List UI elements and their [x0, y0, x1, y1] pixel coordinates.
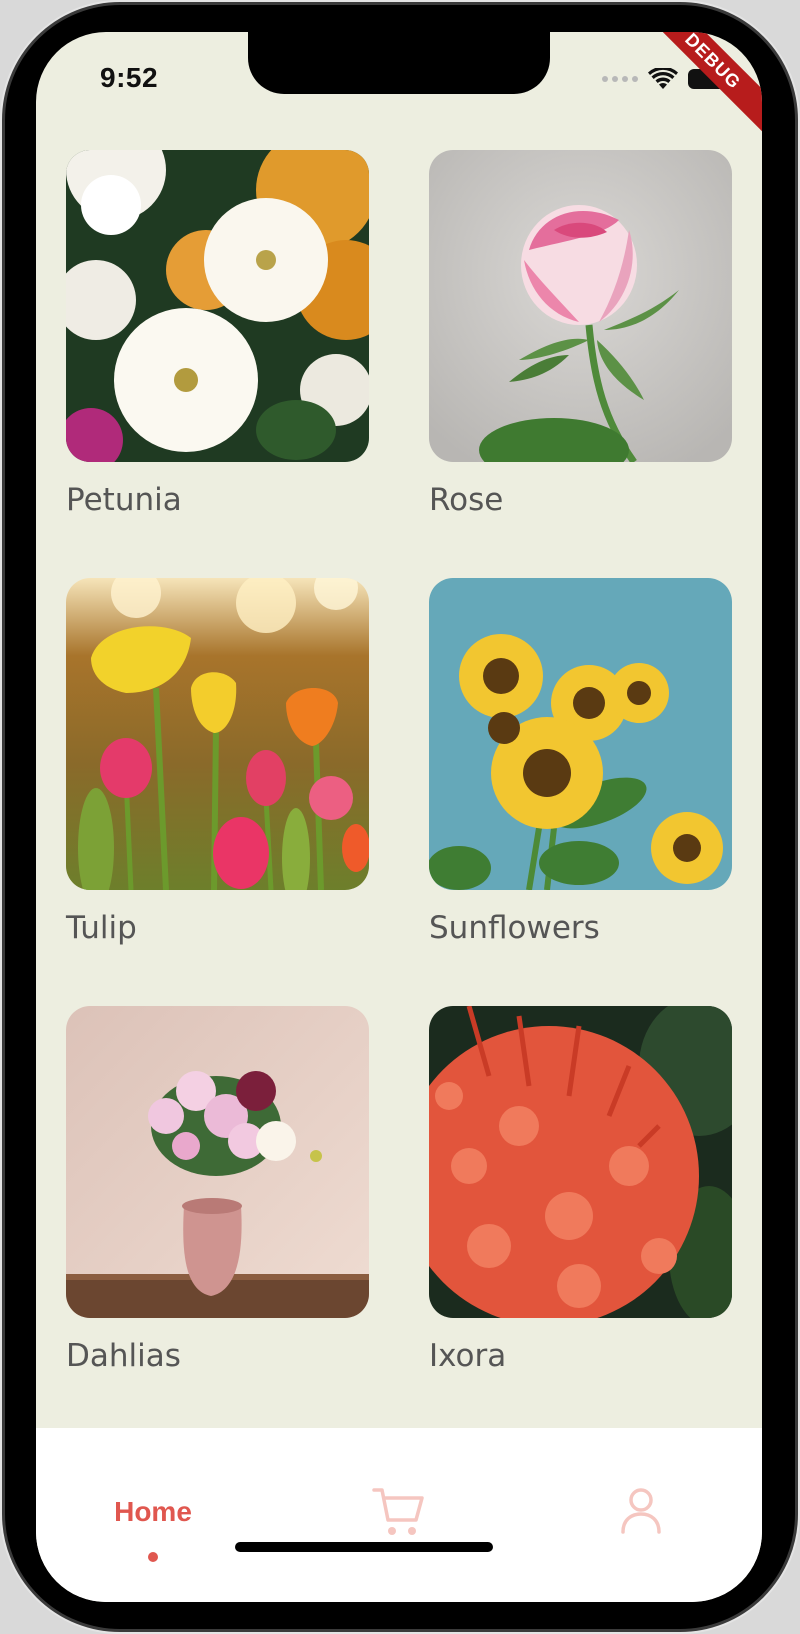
flower-grid: Petunia Rose Tulip Sunflowers Dahlias Ix… — [66, 150, 736, 1376]
nav-home-label: Home — [114, 1496, 192, 1527]
flower-card-dahlias[interactable]: Dahlias — [66, 1006, 369, 1376]
user-icon[interactable] — [620, 1488, 662, 1534]
flower-name: Petunia — [66, 482, 182, 518]
nav-home-tab[interactable]: Home — [108, 1496, 198, 1562]
cart-icon[interactable] — [372, 1486, 426, 1538]
flower-name: Tulip — [66, 910, 137, 946]
wifi-icon — [648, 68, 678, 89]
flower-image-rose[interactable] — [429, 150, 732, 462]
flower-name: Sunflowers — [429, 910, 600, 946]
flower-name: Ixora — [429, 1338, 507, 1374]
flower-image-sunflowers[interactable] — [429, 578, 732, 890]
flower-image-dahlias[interactable] — [66, 1006, 369, 1318]
flower-card-petunia[interactable]: Petunia — [66, 150, 369, 520]
active-indicator-dot — [148, 1552, 158, 1562]
flower-image-ixora[interactable] — [429, 1006, 732, 1318]
flower-name: Dahlias — [66, 1338, 181, 1374]
home-indicator[interactable] — [235, 1542, 493, 1552]
cellular-signal-icon — [602, 76, 638, 82]
flower-name: Rose — [429, 482, 504, 518]
flower-card-rose[interactable]: Rose — [429, 150, 732, 520]
flower-card-ixora[interactable]: Ixora — [429, 1006, 732, 1376]
flower-card-tulip[interactable]: Tulip — [66, 578, 369, 948]
bottom-navigation: Home — [36, 1428, 762, 1602]
app-screen: 9:52 DEBUG Petunia Rose Tulip Sunflowers… — [36, 32, 762, 1602]
flower-image-petunia[interactable] — [66, 150, 369, 462]
status-time: 9:52 — [100, 62, 159, 93]
flower-card-sunflowers[interactable]: Sunflowers — [429, 578, 732, 948]
notch — [248, 32, 550, 94]
flower-image-tulip[interactable] — [66, 578, 369, 890]
